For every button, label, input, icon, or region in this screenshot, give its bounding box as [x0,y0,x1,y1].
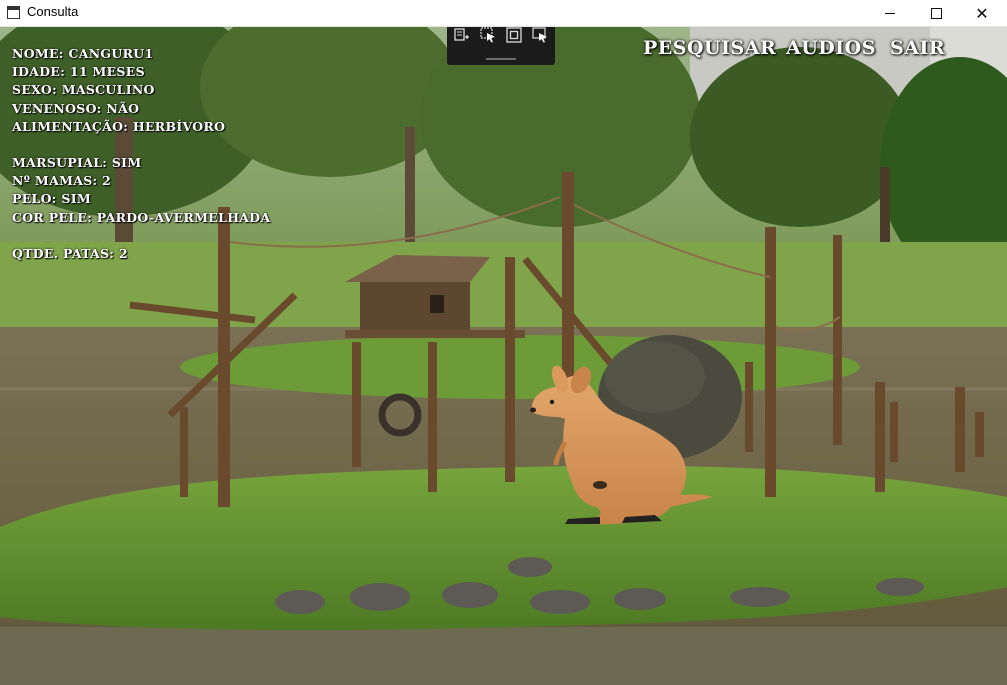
live-visual-tree-icon[interactable] [454,27,470,43]
info-pelo: PELO: SIM [12,191,91,207]
menu-pesquisar[interactable]: PESQUISAR [643,37,776,59]
info-marsupial: MARSUPIAL: SIM [12,154,142,170]
window-titlebar: Consulta ✕ [0,0,1007,27]
app-window-icon [7,6,20,19]
info-patas: QTDE. PATAS: 2 [12,245,128,261]
close-button[interactable]: ✕ [959,0,1005,26]
animal-info-panel: NOME: CANGURU1 IDADE: 11 MESES SEXO: MAS… [12,45,270,263]
info-cor-pele: COR PELE: PARDO-AVERMELHADA [12,209,271,225]
select-element-icon[interactable] [480,27,496,43]
info-sexo: SEXO: MASCULINO [12,82,155,98]
info-spacer-2 [12,227,270,245]
info-mamas: Nº MAMAS: 2 [12,173,112,189]
track-focused-element-icon[interactable] [532,27,548,43]
menu-audios[interactable]: AUDIOS [786,37,876,59]
toolbar-grip[interactable] [486,58,516,60]
info-idade: IDADE: 11 MESES [12,64,145,80]
info-alimentacao: ALIMENTAÇÃO: HERBÍVORO [12,118,226,134]
zoo-scene: NOME: CANGURU1 IDADE: 11 MESES SEXO: MAS… [0,27,1007,685]
xaml-debug-toolbar [447,27,555,65]
minimize-icon [885,12,895,14]
info-venenoso: VENENOSO: NÃO [12,100,140,116]
maximize-button[interactable] [913,0,959,26]
minimize-button[interactable] [867,0,913,26]
menu-sair[interactable]: SAIR [890,37,945,59]
maximize-icon [930,7,942,19]
info-nome: NOME: CANGURU1 [12,46,154,61]
window-title: Consulta [27,4,79,19]
display-layout-adorners-icon[interactable] [506,27,522,43]
close-icon: ✕ [975,3,989,23]
